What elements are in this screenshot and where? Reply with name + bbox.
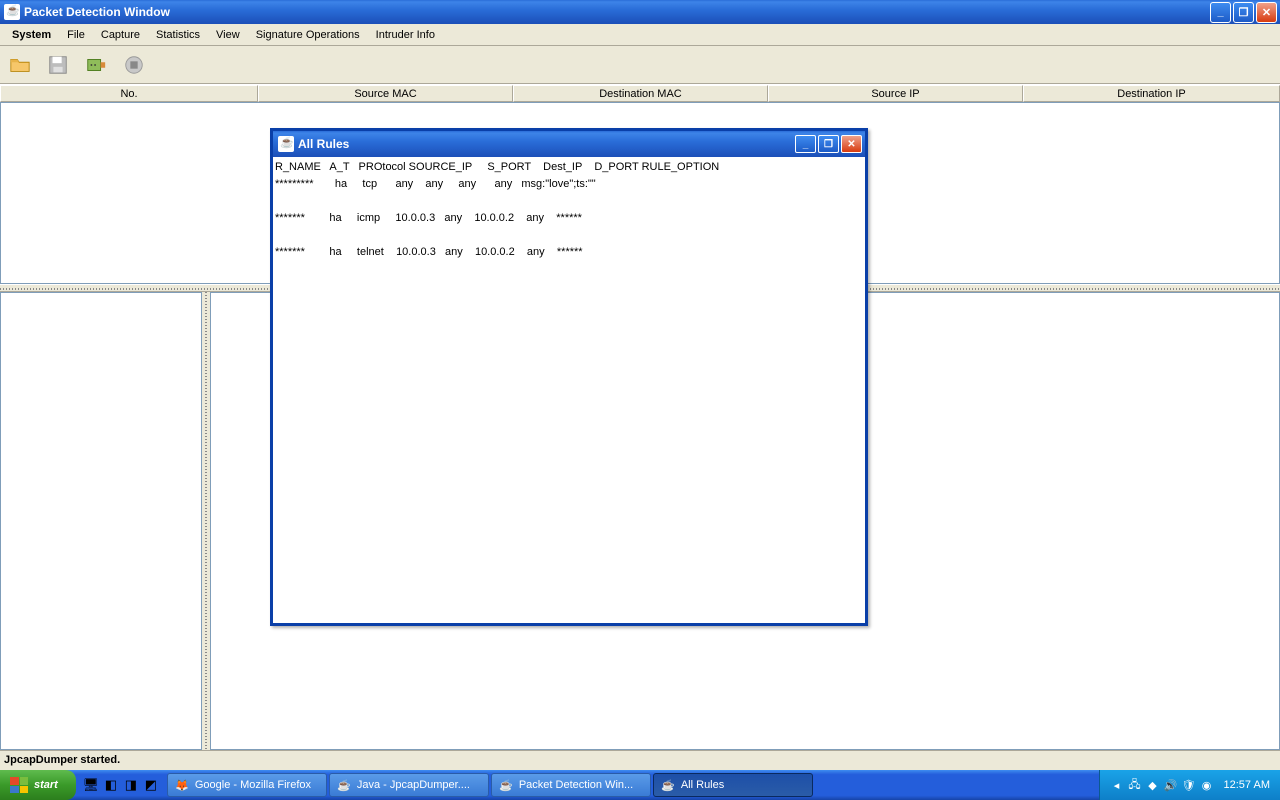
open-file-button[interactable]: [6, 51, 34, 79]
col-source-mac[interactable]: Source MAC: [258, 85, 513, 102]
window-controls: _ ❐ ✕: [1210, 2, 1277, 23]
dialog-window-controls: _ ❐ ✕: [795, 135, 862, 153]
taskbar-item-firefox[interactable]: 🦊 Google - Mozilla Firefox: [167, 773, 327, 797]
taskbar: start 🖥 ◧ ◨ ◩ 🦊 Google - Mozilla Firefox…: [0, 770, 1280, 800]
task-label: Google - Mozilla Firefox: [195, 779, 311, 791]
col-dest-ip[interactable]: Destination IP: [1023, 85, 1280, 102]
col-dest-mac[interactable]: Destination MAC: [513, 85, 768, 102]
capture-button[interactable]: [82, 51, 110, 79]
stop-icon: [123, 54, 145, 76]
dialog-minimize-button[interactable]: _: [795, 135, 816, 153]
maximize-button[interactable]: ❐: [1233, 2, 1254, 23]
tray-volume-icon[interactable]: 🔊: [1164, 778, 1178, 792]
col-no[interactable]: No.: [0, 85, 258, 102]
col-source-ip[interactable]: Source IP: [768, 85, 1023, 102]
dialog-maximize-button[interactable]: ❐: [818, 135, 839, 153]
status-text: JpcapDumper started.: [4, 754, 120, 766]
main-titlebar[interactable]: Packet Detection Window _ ❐ ✕: [0, 0, 1280, 24]
java-icon: [278, 136, 294, 152]
firefox-icon: 🦊: [174, 777, 190, 793]
save-button[interactable]: [44, 51, 72, 79]
menu-file[interactable]: File: [59, 26, 93, 44]
quick-launch-icon-3[interactable]: ◩: [142, 776, 160, 794]
dialog-close-button[interactable]: ✕: [841, 135, 862, 153]
quick-launch-icon-2[interactable]: ◨: [122, 776, 140, 794]
toolbar: [0, 46, 1280, 84]
menubar: System File Capture Statistics View Sign…: [0, 24, 1280, 46]
start-button[interactable]: start: [0, 770, 76, 800]
status-bar: JpcapDumper started.: [0, 750, 1280, 770]
menu-statistics[interactable]: Statistics: [148, 26, 208, 44]
tray-network-icon[interactable]: 🖧: [1128, 778, 1142, 792]
java-icon: ☕: [660, 777, 676, 793]
dialog-title: All Rules: [298, 137, 795, 151]
rule-row: ********* ha tcp any any any any msg:"lo…: [275, 178, 596, 190]
rules-header-line: R_NAME A_T PROtocol SOURCE_IP S_PORT Des…: [275, 161, 719, 173]
floppy-icon: [47, 54, 69, 76]
task-label: Packet Detection Win...: [519, 779, 633, 791]
tray-icon-2[interactable]: ◆: [1146, 778, 1160, 792]
menu-intruder-info[interactable]: Intruder Info: [368, 26, 443, 44]
taskbar-item-java1[interactable]: ☕ Java - JpcapDumper....: [329, 773, 489, 797]
rule-row: ******* ha telnet 10.0.0.3 any 10.0.0.2 …: [275, 246, 583, 258]
java-icon: ☕: [336, 777, 352, 793]
task-label: All Rules: [681, 779, 724, 791]
rule-row: ******* ha icmp 10.0.0.3 any 10.0.0.2 an…: [275, 212, 582, 224]
vertical-splitter[interactable]: [202, 292, 210, 750]
show-desktop-icon[interactable]: 🖥: [82, 776, 100, 794]
open-folder-icon: [9, 54, 31, 76]
dialog-titlebar[interactable]: All Rules _ ❐ ✕: [273, 131, 865, 157]
menu-signature-operations[interactable]: Signature Operations: [248, 26, 368, 44]
java-icon: [4, 4, 20, 20]
rules-text-area[interactable]: R_NAME A_T PROtocol SOURCE_IP S_PORT Des…: [273, 157, 865, 623]
windows-logo-icon: [10, 777, 28, 793]
main-title: Packet Detection Window: [24, 5, 1210, 19]
system-tray[interactable]: ◂ 🖧 ◆ 🔊 🛡 ◉ 12:57 AM: [1099, 770, 1280, 800]
taskbar-item-allrules[interactable]: ☕ All Rules: [653, 773, 813, 797]
quick-launch: 🖥 ◧ ◨ ◩: [76, 776, 166, 794]
tree-pane[interactable]: [0, 292, 202, 750]
task-label: Java - JpcapDumper....: [357, 779, 470, 791]
packet-table-header: No. Source MAC Destination MAC Source IP…: [0, 84, 1280, 102]
tray-clock[interactable]: 12:57 AM: [1224, 779, 1270, 791]
close-button[interactable]: ✕: [1256, 2, 1277, 23]
java-icon: ☕: [498, 777, 514, 793]
taskbar-item-packet[interactable]: ☕ Packet Detection Win...: [491, 773, 651, 797]
quick-launch-icon[interactable]: ◧: [102, 776, 120, 794]
tray-icon[interactable]: ◂: [1110, 778, 1124, 792]
menu-system[interactable]: System: [4, 26, 59, 44]
tray-shield-icon[interactable]: 🛡: [1182, 778, 1196, 792]
start-label: start: [34, 779, 58, 791]
menu-capture[interactable]: Capture: [93, 26, 148, 44]
tray-icon-3[interactable]: ◉: [1200, 778, 1214, 792]
stop-button[interactable]: [120, 51, 148, 79]
all-rules-dialog[interactable]: All Rules _ ❐ ✕ R_NAME A_T PROtocol SOUR…: [270, 128, 868, 626]
minimize-button[interactable]: _: [1210, 2, 1231, 23]
nic-icon: [85, 54, 107, 76]
menu-view[interactable]: View: [208, 26, 248, 44]
